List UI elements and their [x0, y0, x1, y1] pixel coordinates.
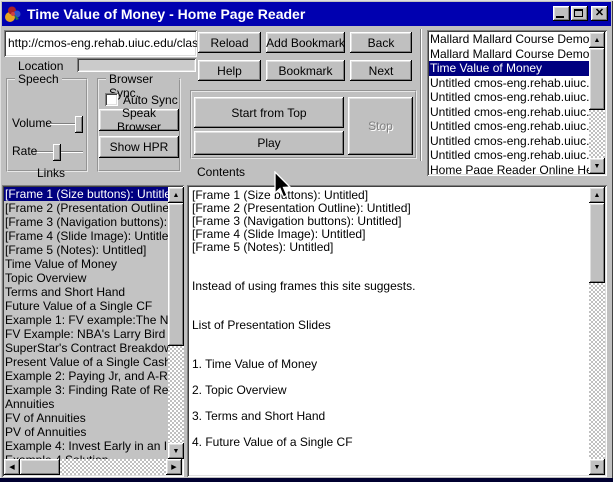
contents-pane[interactable]: [Frame 1 (Size buttons): Untitled][Frame…: [187, 185, 607, 477]
bookmark-button[interactable]: Bookmark: [266, 60, 345, 81]
contents-line: Instead of using frames this site sugges…: [192, 280, 590, 293]
browser-sync-group: Browser Sync. Auto Sync Speak Browser Sh…: [97, 78, 181, 172]
add-bookmark-button[interactable]: Add Bookmark: [266, 32, 345, 53]
rate-label: Rate: [12, 144, 37, 158]
window-title: Time Value of Money - Home Page Reader: [27, 6, 305, 22]
help-button[interactable]: Help: [198, 60, 261, 81]
contents-scrollbar-thumb[interactable]: [589, 203, 605, 283]
links-list-item[interactable]: SuperStar's Contract Breakdown: [4, 341, 168, 355]
stop-button[interactable]: Stop: [348, 97, 413, 155]
links-list-item[interactable]: Annuities: [4, 397, 168, 411]
links-list-item[interactable]: [Frame 2 (Presentation Outline): Untitle…: [4, 201, 168, 215]
links-list-item[interactable]: [Frame 5 (Notes): Untitled]: [4, 243, 168, 257]
links-list-item[interactable]: FV of Annuities: [4, 411, 168, 425]
close-icon: ✕: [595, 7, 604, 20]
minimize-button[interactable]: [553, 6, 570, 21]
links-scroll-down-icon[interactable]: ▼: [168, 443, 184, 459]
start-from-top-button[interactable]: Start from Top: [194, 97, 344, 128]
pages-list[interactable]: Mallard Mallard Course Demo - TiMallard …: [427, 30, 607, 176]
contents-line: [192, 332, 590, 345]
links-list-item[interactable]: [Frame 1 (Size buttons): Untitled]: [4, 187, 168, 201]
pages-list-item[interactable]: Mallard Mallard Course Demo - Sl: [429, 47, 589, 62]
rate-slider[interactable]: [37, 151, 83, 153]
app-icon: [5, 6, 21, 22]
contents-line: 1. Time Value of Money: [192, 358, 590, 371]
pages-scroll-up-icon[interactable]: ▲: [589, 32, 605, 48]
contents-label: Contents: [197, 165, 245, 179]
contents-line: [192, 254, 590, 267]
links-list-item[interactable]: FV Example: NBA's Larry Bird Ex: [4, 327, 168, 341]
pages-list-item[interactable]: Home Page Reader Online Help: [429, 163, 589, 175]
pages-scrollbar-thumb[interactable]: [589, 48, 605, 110]
window-bottom-edge: [0, 478, 613, 482]
location-label: Location: [18, 59, 63, 73]
pages-scrollbar-track[interactable]: [589, 110, 605, 158]
speak-browser-button[interactable]: Speak Browser: [99, 109, 179, 131]
pages-list-item[interactable]: Untitled cmos-eng.rehab.uiuc.edu: [429, 76, 589, 91]
transport-group: Start from Top Stop Play: [190, 90, 417, 159]
pages-list-item[interactable]: Untitled cmos-eng.rehab.uiuc.edu: [429, 148, 589, 163]
links-list-item[interactable]: PV of Annuities: [4, 425, 168, 439]
links-list-item[interactable]: Time Value of Money: [4, 257, 168, 271]
speech-group-title: Speech: [15, 72, 62, 86]
links-list-item[interactable]: Future Value of a Single CF: [4, 299, 168, 313]
pages-scroll-down-icon[interactable]: ▼: [589, 158, 605, 174]
pages-list-item[interactable]: Untitled cmos-eng.rehab.uiuc.edu: [429, 105, 589, 120]
contents-line: [Frame 5 (Notes): Untitled]: [192, 241, 590, 254]
volume-slider[interactable]: [50, 123, 83, 125]
links-scroll-left-icon[interactable]: ◀: [4, 459, 20, 475]
rate-slider-thumb[interactable]: [53, 144, 61, 161]
pages-list-item[interactable]: Untitled cmos-eng.rehab.uiuc.edu: [429, 134, 589, 149]
app-window: Time Value of Money - Home Page Reader ✕…: [0, 0, 613, 482]
contents-line: [192, 293, 590, 306]
minimize-icon: [556, 16, 564, 18]
links-scroll-up-icon[interactable]: ▲: [168, 187, 184, 203]
show-hpr-button[interactable]: Show HPR: [99, 136, 179, 158]
contents-line: 4. Future Value of a Single CF: [192, 436, 590, 449]
pages-list-item[interactable]: Untitled cmos-eng.rehab.uiuc.edu: [429, 90, 589, 105]
links-scroll-right-icon[interactable]: ▶: [166, 459, 182, 475]
links-list-item[interactable]: Example 2: Paying Jr, and A-Rod: [4, 369, 168, 383]
maximize-button[interactable]: [571, 6, 588, 21]
contents-scroll-up-icon[interactable]: ▲: [589, 187, 605, 203]
auto-sync-checkbox[interactable]: [105, 93, 118, 106]
volume-label: Volume: [12, 116, 52, 130]
links-list-item[interactable]: Example 1: FV example:The NBA: [4, 313, 168, 327]
links-list-item[interactable]: Terms and Short Hand: [4, 285, 168, 299]
speech-group: Speech Volume Rate: [6, 78, 88, 172]
contents-line: List of Presentation Slides: [192, 319, 590, 332]
reload-button[interactable]: Reload: [198, 32, 261, 53]
pages-list-item[interactable]: Time Value of Money: [429, 61, 589, 76]
title-bar[interactable]: Time Value of Money - Home Page Reader ✕: [2, 2, 611, 26]
links-list-item[interactable]: [Frame 3 (Navigation buttons): Untitled]: [4, 215, 168, 229]
links-list-item[interactable]: Present Value of a Single Cash F: [4, 355, 168, 369]
pages-list-item[interactable]: Mallard Mallard Course Demo - Ti: [429, 32, 589, 47]
links-hscrollbar-track[interactable]: [60, 459, 166, 475]
links-scrollbar-thumb[interactable]: [168, 203, 184, 346]
contents-scrollbar-track[interactable]: [589, 283, 605, 459]
links-label: Links: [37, 166, 65, 180]
links-scrollbar-track[interactable]: [168, 346, 184, 443]
volume-slider-thumb[interactable]: [75, 116, 83, 133]
links-list-item[interactable]: Example 3: Finding Rate of Return: [4, 383, 168, 397]
contents-line: 2. Topic Overview: [192, 384, 590, 397]
location-field[interactable]: [77, 58, 196, 72]
panel-divider: [420, 29, 422, 161]
links-list-item[interactable]: Example 4: Invest Early in an IRA: [4, 439, 168, 453]
links-list-item[interactable]: Topic Overview: [4, 271, 168, 285]
contents-scroll-down-icon[interactable]: ▼: [589, 459, 605, 475]
maximize-icon: [574, 9, 583, 17]
contents-line: 3. Terms and Short Hand: [192, 410, 590, 423]
close-button[interactable]: ✕: [591, 6, 608, 21]
links-list-item[interactable]: [Frame 4 (Slide Image): Untitled]: [4, 229, 168, 243]
links-list[interactable]: [Frame 1 (Size buttons): Untitled][Frame…: [2, 185, 184, 477]
pages-list-item[interactable]: Untitled cmos-eng.rehab.uiuc.edu: [429, 119, 589, 134]
next-button[interactable]: Next: [350, 60, 412, 81]
url-input[interactable]: http://cmos-eng.rehab.uiuc.edu/clas: [4, 30, 197, 57]
auto-sync-label: Auto Sync: [123, 93, 178, 107]
links-hscrollbar-thumb[interactable]: [20, 459, 60, 475]
back-button[interactable]: Back: [350, 32, 412, 53]
play-button[interactable]: Play: [194, 131, 344, 155]
